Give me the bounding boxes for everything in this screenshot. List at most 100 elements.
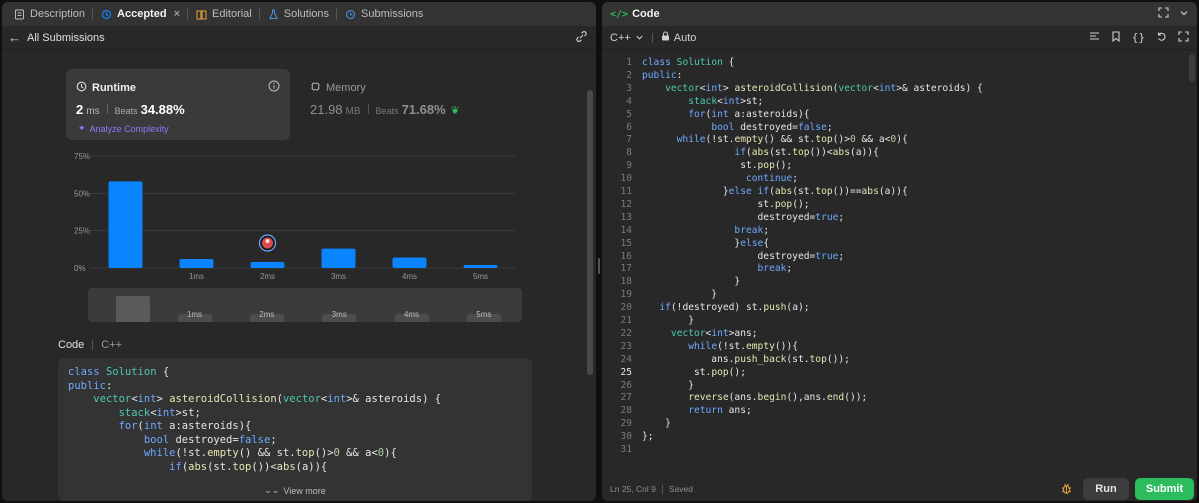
- close-icon[interactable]: ×: [174, 8, 180, 20]
- code-editor-panel: </> Code C++ Auto {} 1 2 3 4 5 6 7 8 9 1…: [602, 2, 1197, 501]
- line-number: 22: [620, 327, 632, 339]
- tab-solutions[interactable]: Solutions: [260, 2, 336, 26]
- divider: [106, 104, 108, 114]
- chip-icon: [310, 81, 321, 95]
- auto-mode-label[interactable]: Auto: [674, 32, 697, 44]
- lock-icon: [661, 31, 670, 44]
- code-line[interactable]: }: [642, 289, 717, 302]
- code-line[interactable]: st.pop();: [642, 367, 746, 380]
- code-line[interactable]: }else{: [642, 238, 769, 251]
- range-tick-label: 5ms: [476, 310, 492, 319]
- chart-bar[interactable]: [250, 262, 285, 268]
- code-preview-line: vector<int> asteroidCollision(vector<int…: [93, 393, 442, 405]
- code-line[interactable]: }: [642, 276, 740, 289]
- leaf-icon: ❦: [450, 105, 460, 117]
- line-number: 8: [626, 147, 632, 159]
- left-tab-bar: Description Accepted × Editorial Solutio…: [2, 2, 596, 26]
- editor-scrollbar[interactable]: [1189, 54, 1195, 82]
- all-submissions-link[interactable]: All Submissions: [27, 32, 105, 44]
- analyze-complexity-button[interactable]: ✦ Analyze Complexity: [78, 123, 169, 134]
- braces-icon[interactable]: {}: [1132, 31, 1145, 44]
- view-more-button[interactable]: ⌄⌄ View more: [58, 473, 532, 501]
- tab-label: Submissions: [361, 8, 424, 20]
- line-number: 11: [620, 186, 632, 197]
- code-preview-block[interactable]: class Solution {public: vector<int> aste…: [58, 358, 532, 501]
- runtime-card[interactable]: Runtime 2 ms Beats 34.88% ✦ Analyze Comp…: [66, 69, 290, 140]
- reset-icon[interactable]: [1156, 31, 1167, 45]
- code-line[interactable]: return ans;: [642, 405, 752, 418]
- chart-bar[interactable]: [179, 259, 214, 268]
- x-tick-label: 5ms: [473, 272, 488, 281]
- code-line[interactable]: for(int a:asteroids){: [642, 109, 809, 122]
- code-line[interactable]: }: [642, 418, 671, 431]
- format-icon[interactable]: [1089, 31, 1100, 45]
- debug-icon[interactable]: [1060, 482, 1073, 500]
- link-icon[interactable]: [575, 30, 588, 46]
- chart-bar[interactable]: [321, 248, 356, 268]
- code-editor[interactable]: 1 2 3 4 5 6 7 8 9 10 11 12 13 14 15 16 17 18 19 20 21 22 23 24 2…: [602, 54, 1197, 474]
- left-scrollbar[interactable]: [587, 90, 593, 375]
- code-line[interactable]: };: [642, 431, 654, 444]
- code-line[interactable]: stack<int>st;: [642, 96, 763, 109]
- panel-resize-handle[interactable]: [598, 258, 600, 274]
- code-line[interactable]: if(abs(st.top())<abs(a)){: [642, 147, 878, 160]
- chart-bar[interactable]: [463, 265, 498, 268]
- language-selector[interactable]: C++: [610, 32, 644, 44]
- code-line[interactable]: vector<int> asteroidCollision(vector<int…: [642, 83, 983, 96]
- code-line[interactable]: while(!st.empty()){: [642, 341, 798, 354]
- sparkle-icon: ✦: [78, 123, 86, 133]
- line-number: 26: [620, 379, 632, 391]
- code-line[interactable]: }: [642, 315, 694, 328]
- tab-accepted[interactable]: Accepted ×: [93, 2, 187, 26]
- code-line[interactable]: if(!destroyed) st.push(a);: [642, 302, 809, 315]
- submit-button[interactable]: Submit: [1135, 478, 1194, 500]
- range-tick-label: 2ms: [259, 310, 275, 319]
- book-icon: [195, 8, 208, 21]
- bookmark-icon[interactable]: [1111, 30, 1121, 45]
- code-line[interactable]: while(!st.empty() && st.top()>0 && a<0){: [642, 134, 908, 147]
- tab-submissions[interactable]: Submissions: [337, 2, 430, 26]
- flask-icon: [267, 8, 280, 21]
- code-line[interactable]: destroyed=true;: [642, 212, 845, 225]
- code-line[interactable]: st.pop();: [642, 199, 810, 212]
- divider: [661, 484, 663, 494]
- x-tick-label: 4ms: [402, 272, 417, 281]
- code-line[interactable]: break;: [642, 263, 793, 276]
- code-line[interactable]: }else if(abs(st.top())==abs(a)){: [642, 186, 908, 199]
- x-tick-label: 3ms: [331, 272, 346, 281]
- memory-beats-label: Beats: [375, 106, 399, 116]
- back-arrow-icon[interactable]: ←: [8, 30, 21, 45]
- run-button[interactable]: Run: [1083, 478, 1129, 500]
- info-icon[interactable]: [268, 79, 280, 97]
- chevron-down-icon[interactable]: [1179, 8, 1189, 21]
- editor-title-bar: </> Code: [602, 2, 1197, 26]
- code-line[interactable]: class Solution {: [642, 57, 734, 70]
- x-tick-label: 2ms: [260, 272, 275, 281]
- code-line[interactable]: destroyed=true;: [642, 251, 845, 264]
- view-more-label: View more: [283, 486, 326, 496]
- code-line[interactable]: public:: [642, 70, 682, 83]
- tab-editorial[interactable]: Editorial: [188, 2, 259, 26]
- tab-description[interactable]: Description: [6, 2, 92, 26]
- maximize-icon[interactable]: [1178, 30, 1189, 45]
- code-line[interactable]: break;: [642, 225, 769, 238]
- memory-card[interactable]: Memory 21.98 MB Beats 71.68% ❦: [300, 69, 520, 140]
- line-number: 21: [620, 315, 632, 326]
- code-line[interactable]: reverse(ans.begin(),ans.end());: [642, 392, 867, 405]
- expand-icon[interactable]: [1158, 7, 1169, 21]
- chart-bar[interactable]: [392, 257, 427, 268]
- chart-bar[interactable]: [108, 181, 143, 268]
- code-line[interactable]: continue;: [642, 173, 798, 186]
- code-line[interactable]: }: [642, 380, 694, 393]
- y-tick-label: 25%: [74, 227, 90, 236]
- tab-label: Editorial: [212, 8, 252, 20]
- code-line[interactable]: [642, 444, 648, 457]
- range-selector[interactable]: 1ms 2ms 3ms 4ms 5ms: [88, 288, 522, 322]
- code-line[interactable]: ans.push_back(st.top());: [642, 354, 850, 367]
- code-line[interactable]: bool destroyed=false;: [642, 122, 832, 135]
- submission-panel: Description Accepted × Editorial Solutio…: [2, 2, 596, 501]
- code-language-label: C++: [101, 339, 123, 351]
- memory-beats-value: 71.68%: [401, 102, 446, 117]
- code-line[interactable]: st.pop();: [642, 160, 792, 173]
- code-line[interactable]: vector<int>ans;: [642, 328, 758, 341]
